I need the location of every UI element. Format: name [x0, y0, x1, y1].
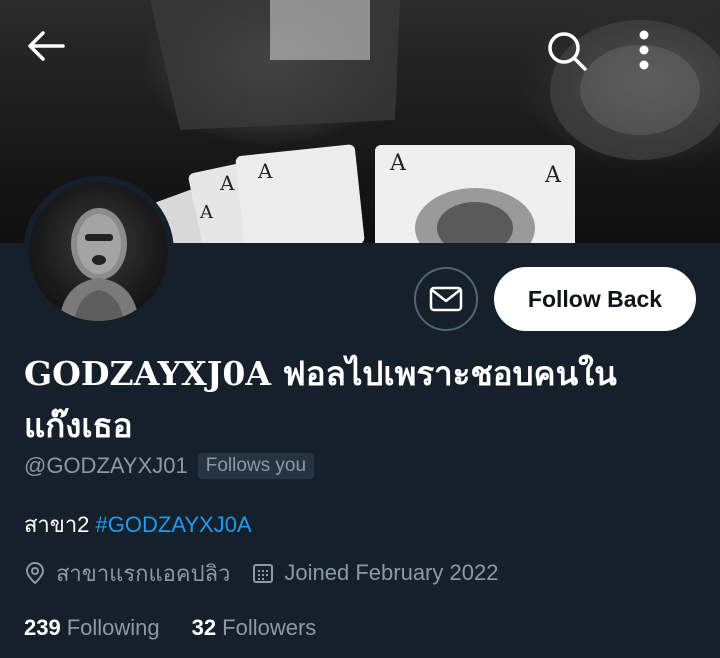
message-button[interactable] — [414, 267, 478, 331]
svg-text:A: A — [544, 163, 562, 188]
profile-meta: สาขาแรกแอคปลิว Joined February 2022 — [24, 558, 520, 588]
more-options-button[interactable] — [638, 30, 696, 88]
search-icon — [548, 32, 587, 71]
profile-bio: สาขา2 #GODZAYXJ0A — [24, 507, 252, 542]
svg-text:A: A — [257, 159, 273, 183]
user-handle: @GODZAYXJ01 — [24, 453, 188, 478]
follows-you-badge: Follows you — [197, 453, 315, 479]
avatar-image — [29, 182, 168, 321]
arrow-left-icon — [28, 31, 65, 61]
location-pin-icon — [25, 561, 45, 585]
back-button[interactable] — [27, 30, 85, 88]
svg-text:A: A — [389, 151, 407, 176]
bio-hashtag-link[interactable]: #GODZAYXJ0A — [96, 512, 252, 537]
svg-text:A: A — [199, 202, 214, 223]
handle-row: @GODZAYXJ01 Follows you — [24, 452, 315, 480]
envelope-icon — [429, 286, 463, 312]
following-label: Following — [66, 615, 160, 640]
joined-item: Joined February 2022 — [252, 560, 498, 586]
following-count: 239 — [24, 615, 61, 640]
joined-text: Joined February 2022 — [284, 560, 499, 585]
followers-count: 32 — [191, 615, 217, 640]
location-text: สาขาแรกแอคปลิว — [56, 560, 231, 586]
search-button[interactable] — [546, 30, 604, 88]
bio-text: สาขา2 — [24, 512, 96, 537]
more-vertical-icon — [639, 30, 649, 70]
location-item: สาขาแรกแอคปลิว — [24, 556, 230, 591]
calendar-icon — [253, 564, 274, 583]
profile-avatar[interactable] — [23, 176, 174, 327]
svg-text:A: A — [219, 171, 235, 195]
follow-back-button[interactable]: Follow Back — [494, 267, 696, 331]
followers-label: Followers — [222, 615, 317, 640]
followers-link[interactable]: 32 Followers — [192, 615, 317, 641]
profile-stats: 239 Following 32 Followers — [24, 613, 348, 643]
following-link[interactable]: 239 Following — [24, 615, 160, 641]
display-name: GODZAYXJ0A ฟอลไปเพราะชอบคนในแก๊งเธอ — [24, 354, 617, 445]
